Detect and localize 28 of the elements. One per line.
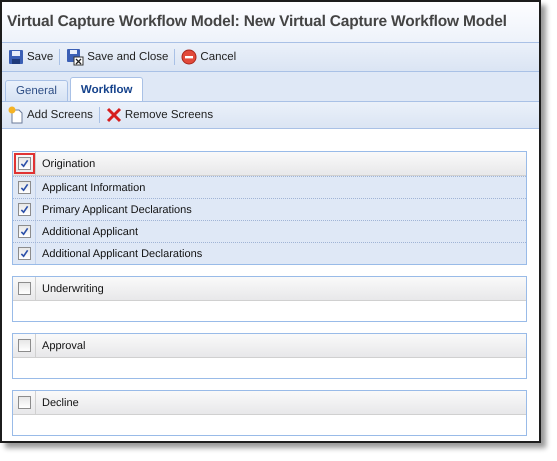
tab[interactable]: Workflow [70,77,144,101]
checkbox[interactable] [18,225,30,238]
stage-name: Decline [41,396,79,408]
add-page-icon [8,106,24,124]
screen-name: Additional Applicant [41,226,138,238]
tab[interactable]: General [5,80,68,101]
screen-name: Additional Applicant Declarations [41,248,202,260]
floppy-disk-close-icon [66,48,84,66]
stage-name: Underwriting [41,282,104,294]
checkbox[interactable] [18,203,30,216]
checkbox[interactable] [18,339,30,352]
remove-x-icon [106,107,122,123]
toolbar-button[interactable]: Remove Screens [104,105,216,125]
toolbar-button[interactable]: Save and Close [64,46,170,68]
checkbox[interactable] [18,157,30,170]
stage-name: Origination [41,158,96,170]
toolbar-button[interactable]: Add Screens [6,104,95,126]
checkbox[interactable] [18,396,30,409]
toolbar-button[interactable]: Cancel [179,47,238,67]
screen-name: Primary Applicant Declarations [41,204,192,216]
cancel-icon [181,49,198,65]
toolbar-button[interactable]: Save [6,47,56,67]
screen-name: Applicant Information [41,182,146,194]
checkbox[interactable] [18,282,30,295]
stage-name: Approval [41,340,86,352]
window-title: Virtual Capture Workflow Model: New Virtual Capture Workflow Model [7,13,507,31]
checkbox[interactable] [18,181,30,194]
checkbox[interactable] [18,247,30,260]
